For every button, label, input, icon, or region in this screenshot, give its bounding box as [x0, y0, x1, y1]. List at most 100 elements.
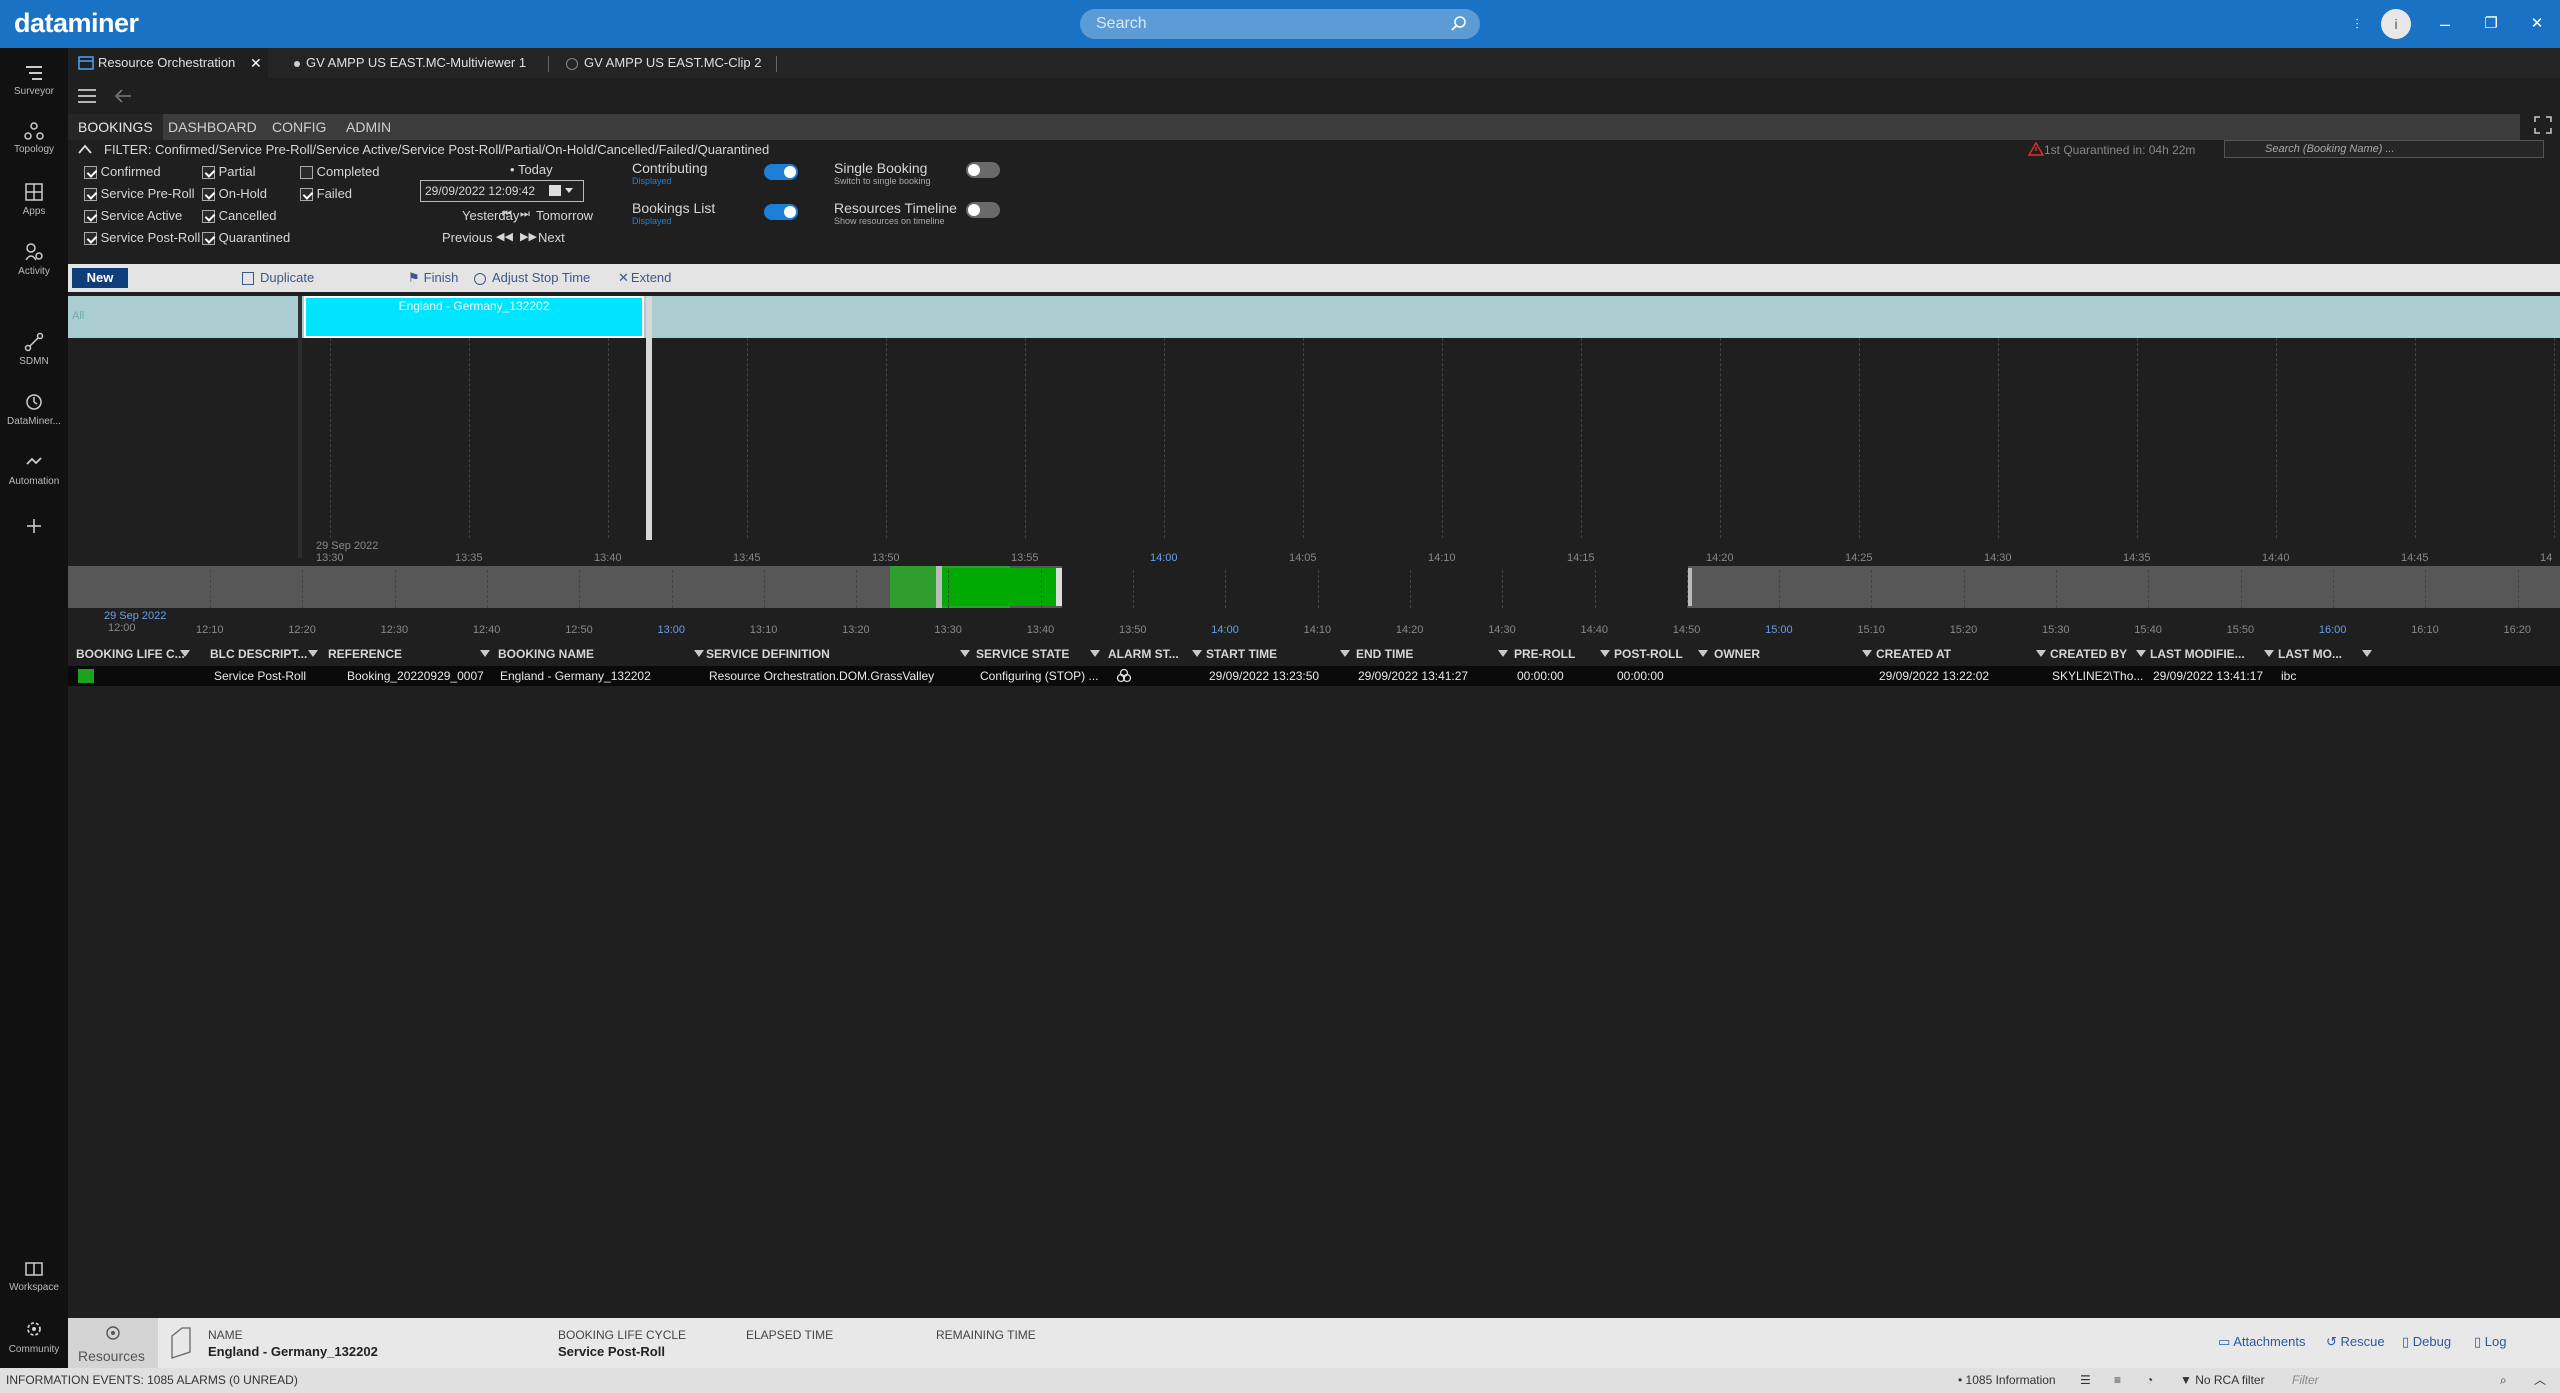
- nav-surveyor[interactable]: Surveyor: [0, 58, 68, 114]
- log-button[interactable]: ▯ Log: [2474, 1334, 2506, 1350]
- column-header[interactable]: CREATED BY: [2050, 644, 2127, 664]
- tab-multiviewer[interactable]: GV AMPP US EAST.MC-Multiviewer 1: [276, 48, 546, 78]
- rescue-button[interactable]: ↺ Rescue: [2326, 1334, 2385, 1350]
- next-button[interactable]: Next: [538, 230, 565, 245]
- fullscreen-icon[interactable]: [2534, 116, 2552, 134]
- back-arrow-icon[interactable]: [114, 88, 132, 104]
- nav-automation[interactable]: Automation: [0, 446, 68, 502]
- today-button[interactable]: • Today: [510, 162, 553, 177]
- info-count[interactable]: • 1085 Information: [1958, 1368, 2056, 1393]
- checkbox-cancelled[interactable]: Cancelled: [202, 208, 276, 224]
- checkbox-box[interactable]: [202, 166, 215, 180]
- checkbox-service-active[interactable]: Service Active: [84, 208, 182, 224]
- column-filter-icon[interactable]: [694, 650, 704, 657]
- column-filter-icon[interactable]: [2036, 650, 2046, 657]
- column-header[interactable]: START TIME: [1206, 644, 1277, 664]
- tab-resource-orchestration[interactable]: Resource Orchestration ✕: [68, 48, 268, 78]
- column-header[interactable]: BOOKING LIFE C...: [76, 644, 185, 664]
- column-header[interactable]: SERVICE STATE: [976, 644, 1069, 664]
- extend-button[interactable]: ✕ Extend: [618, 264, 671, 292]
- column-header[interactable]: END TIME: [1356, 644, 1413, 664]
- calendar-icon[interactable]: [549, 185, 561, 196]
- rewind-icon[interactable]: ◀◀: [496, 230, 513, 243]
- bookings-timeline[interactable]: All England - Germany_132202 29 Sep 2022…: [68, 296, 2560, 564]
- list-view-icon[interactable]: ☰: [2080, 1368, 2091, 1393]
- tomorrow-button[interactable]: Tomorrow: [536, 208, 593, 223]
- resources-button[interactable]: Resources: [68, 1318, 158, 1368]
- checkbox-box[interactable]: [202, 188, 215, 202]
- global-search-input[interactable]: Search: [1080, 9, 1480, 39]
- tab-dashboard[interactable]: DASHBOARD: [158, 114, 267, 140]
- column-header[interactable]: PRE-ROLL: [1514, 644, 1575, 664]
- hamburger-menu-icon[interactable]: [78, 88, 96, 104]
- single-booking-toggle[interactable]: [966, 162, 1000, 178]
- checkbox-box[interactable]: [84, 210, 97, 224]
- new-button[interactable]: New: [72, 268, 128, 288]
- column-header[interactable]: ALARM ST...: [1108, 644, 1179, 664]
- step-back-icon[interactable]: ⏮: [502, 208, 512, 221]
- user-avatar[interactable]: i: [2381, 9, 2411, 39]
- sort-icon[interactable]: ≡: [2114, 1368, 2121, 1393]
- history-clock-icon[interactable]: ◔: [2146, 1368, 2153, 1393]
- tab-admin[interactable]: ADMIN: [336, 114, 401, 140]
- finish-button[interactable]: ⚑ Finish: [408, 264, 458, 292]
- checkbox-box[interactable]: [300, 166, 313, 180]
- column-header[interactable]: POST-ROLL: [1614, 644, 1683, 664]
- dropdown-arrow-icon[interactable]: [565, 188, 573, 193]
- contributing-toggle[interactable]: [764, 164, 798, 180]
- restore-button[interactable]: ❐: [2476, 10, 2506, 38]
- nav-community[interactable]: Community: [0, 1312, 68, 1368]
- bookings-list-toggle[interactable]: [764, 204, 798, 220]
- status-search-icon[interactable]: ⌕: [2500, 1368, 2507, 1393]
- column-header[interactable]: BOOKING NAME: [498, 644, 594, 664]
- column-filter-icon[interactable]: [1698, 650, 1708, 657]
- checkbox-quarantined[interactable]: Quarantined: [202, 230, 290, 246]
- alarm-state-icon[interactable]: [1116, 668, 1132, 684]
- column-filter-icon[interactable]: [960, 650, 970, 657]
- column-filter-icon[interactable]: [480, 650, 490, 657]
- search-icon[interactable]: [1450, 15, 1468, 33]
- checkbox-confirmed[interactable]: Confirmed: [84, 164, 161, 180]
- collapse-chevron-icon[interactable]: [78, 144, 92, 154]
- column-filter-icon[interactable]: [1340, 650, 1350, 657]
- column-filter-icon[interactable]: [2264, 650, 2274, 657]
- column-header[interactable]: SERVICE DEFINITION: [706, 644, 830, 664]
- checkbox-box[interactable]: [84, 188, 97, 202]
- checkbox-partial[interactable]: Partial: [202, 164, 255, 180]
- nav-sdmn[interactable]: SDMN: [0, 326, 68, 382]
- rca-filter[interactable]: ▼ No RCA filter: [2180, 1368, 2265, 1393]
- close-window-button[interactable]: ✕: [2522, 10, 2552, 38]
- current-time-marker[interactable]: [646, 296, 652, 540]
- checkbox-box[interactable]: [84, 232, 97, 246]
- minimize-button[interactable]: –: [2430, 10, 2460, 38]
- column-filter-icon[interactable]: [1192, 650, 1202, 657]
- pin-icon[interactable]: ⫶: [2342, 10, 2372, 38]
- checkbox-service-post-roll[interactable]: Service Post-Roll: [84, 230, 200, 246]
- previous-button[interactable]: Previous: [442, 230, 493, 245]
- nav-apps[interactable]: Apps: [0, 176, 68, 232]
- column-header[interactable]: BLC DESCRIPT...: [210, 644, 307, 664]
- column-filter-icon[interactable]: [180, 650, 190, 657]
- nav-dataminer[interactable]: DataMiner...: [0, 386, 68, 442]
- checkbox-on-hold[interactable]: On-Hold: [202, 186, 267, 202]
- nav-activity[interactable]: Activity: [0, 236, 68, 292]
- column-header[interactable]: CREATED AT: [1876, 644, 1951, 664]
- duplicate-button[interactable]: Duplicate: [242, 264, 314, 292]
- column-filter-icon[interactable]: [2136, 650, 2146, 657]
- column-filter-icon[interactable]: [1862, 650, 1872, 657]
- fast-forward-icon[interactable]: ▶▶: [520, 230, 537, 243]
- nav-topology[interactable]: Topology: [0, 116, 68, 172]
- nav-add[interactable]: [0, 510, 68, 540]
- column-header[interactable]: LAST MODIFIE...: [2150, 644, 2245, 664]
- column-filter-icon[interactable]: [1600, 650, 1610, 657]
- attachments-button[interactable]: ▭ Attachments: [2218, 1334, 2305, 1350]
- column-header[interactable]: REFERENCE: [328, 644, 402, 664]
- table-row[interactable]: Service Post-Roll Booking_20220929_0007 …: [68, 666, 2560, 686]
- column-header[interactable]: LAST MO...: [2278, 644, 2342, 664]
- tab-bookings[interactable]: BOOKINGS: [68, 114, 163, 140]
- column-filter-icon[interactable]: [2362, 650, 2372, 657]
- column-filter-icon[interactable]: [308, 650, 318, 657]
- date-picker[interactable]: 29/09/2022 12:09:42: [420, 180, 584, 202]
- tab-config[interactable]: CONFIG: [262, 114, 336, 140]
- checkbox-box[interactable]: [202, 210, 215, 224]
